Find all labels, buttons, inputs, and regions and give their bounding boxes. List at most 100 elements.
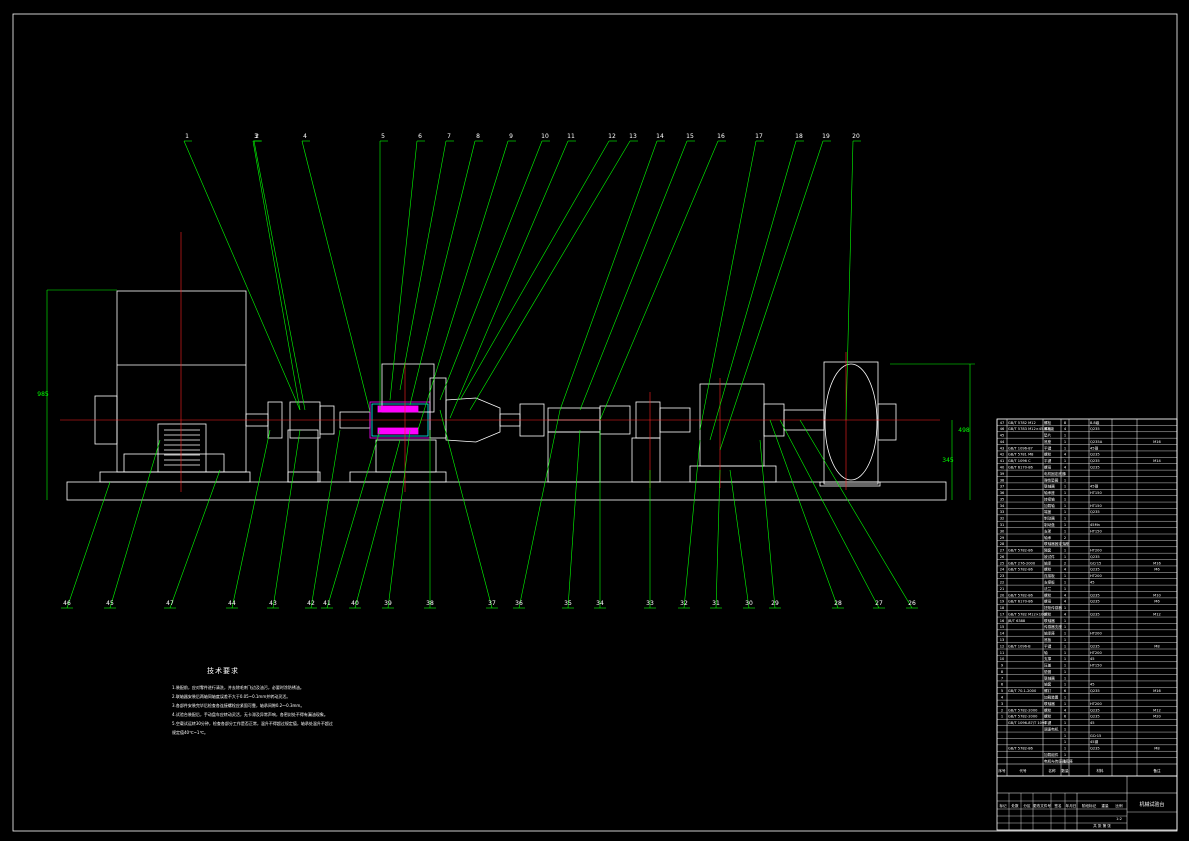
bom-cell-name: 电机与传感器底座 [1044,758,1073,763]
bom-cell-qty: 4 [1064,612,1067,616]
bom-cell-note: M8 [1154,644,1160,648]
bom-cell-material: GCr15 [1090,734,1101,738]
bom-cell-name: 支架 [1044,528,1052,533]
title-label: 重量 [1101,803,1109,808]
bom-cell-no: 18 [1000,606,1005,610]
bom-cell-note: M14 [1153,459,1161,463]
bom-cell-qty: 2 [1064,536,1066,540]
bom-cell-qty: 1 [1064,676,1066,680]
bottom-leader [169,469,221,609]
bom-cell-qty: 6 [1064,715,1067,719]
title-label: 比例 [1115,803,1123,808]
bom-cell-qty: 1 [1064,657,1066,661]
bom-cell-code: GB/T 1096 C [1008,459,1031,463]
bottom-balloon-label: 41 [323,600,331,607]
sensor-stand [547,431,601,483]
bom-cell-material: HT200 [1090,549,1102,553]
bom-cell-material: Q235 [1090,459,1100,463]
bom-cell-no: 39 [1000,472,1005,476]
flywheel-rim [824,363,878,481]
bom-cell-note: M20 [1153,715,1161,719]
bom-cell-qty: 1 [1064,747,1066,751]
bom-cell-no: 12 [1000,644,1005,648]
flywheel-hub [877,403,897,441]
top-balloon-label: 19 [822,133,830,140]
top-leader [845,140,854,421]
bom-cell-qty: 4 [1064,568,1067,572]
bom-cell-no: 7 [1001,676,1003,680]
bom-cell-code: GB/T 5782-86 [1008,549,1034,553]
bottom-leader [518,409,561,609]
bom-cell-qty: 1 [1064,664,1066,668]
bom-cell-no: 43 [1000,446,1005,450]
bom-cell-name: 联轴器 [1044,618,1055,623]
bottom-balloon-label: 35 [564,600,572,607]
bom-cell-qty: 1 [1064,523,1066,527]
bom-cell-code: GB/T 70.1-2000 [1008,689,1037,693]
technical-requirements-title: 技术要求 [207,667,239,675]
bom-cell-code: JB/T 6388 [1007,619,1026,623]
bom-cell-note: M16 [1153,440,1161,444]
bom-cell-name: 扭矩传感器 [1044,605,1062,610]
bom-cell-name: 螺栓 [1044,592,1052,597]
bom-cell-qty: 1 [1064,625,1066,629]
bom-cell-name: 螺栓 [1044,452,1052,457]
dim-right-1-text: 498 [958,427,970,434]
bom-header-cell: 序号 [998,768,1006,773]
top-balloon-label: 13 [629,133,637,140]
bom-cell-qty: 4 [1064,453,1067,457]
requirement-line: 4.试验台装配后，手动盘车应转动灵活，无卡滞及异常声响，各密封处不得有漏油现象。 [172,712,328,717]
top-leader [439,140,543,401]
bom-cell-name: 调速电机 [1044,726,1059,731]
bottom-leader [387,429,411,609]
bottom-balloon-label: 34 [596,600,604,607]
bottom-leader [799,419,913,609]
bom-cell-no: 14 [1000,632,1005,636]
magenta-bearing-b [377,427,419,435]
bom-cell-material: HT150 [1090,491,1102,495]
bom-cell-name: 螺栓 [1044,707,1052,712]
top-leader [449,140,569,419]
bom-cell-qty: 4 [1064,593,1067,597]
bom-cell-name: 垫圈 [1044,669,1052,674]
technical-requirements: 1.装配前，应对零件进行清洗，并去除毛刺飞边及油污，必要时涂防锈油。 2.联轴器… [172,683,372,737]
bottom-leader [109,439,161,609]
bom-cell-qty: 1 [1064,491,1066,495]
bom-cell-name: 轴承 [1044,560,1052,565]
bom-cell-name: 底座 [1044,439,1052,444]
top-balloon-label: 5 [381,133,385,140]
top-balloon-label: 12 [608,133,616,140]
bom-cell-qty: 1 [1064,555,1066,559]
bom-header-cell: 材料 [1096,768,1104,773]
magenta-bearing-a [377,405,419,413]
bom-cell-qty: 1 [1064,434,1066,438]
bom-cell-no: 35 [1000,497,1005,501]
bom-header-cell: 代号 [1019,768,1027,773]
bom-cell-qty: 1 [1064,446,1066,450]
bom-cell-qty: 1 [1064,734,1066,738]
top-leader [709,140,797,441]
bom-cell-code: GB/T 5782 M12×100 [1008,612,1046,616]
title-block: 机械试验台 标记 处数 分区 更改文件号 签名 年月日 阶段标记 重量 比例 1:2 共 张 第 张 [996,775,1178,831]
bom-cell-name: 垫片 [1044,433,1052,438]
brake-housing [699,383,765,467]
bill-of-materials: 47 GB/T 5782 M12 螺栓 8 8.8级46 GB/T 5783 M12×45… [996,418,1178,777]
top-balloon-label: 18 [795,133,803,140]
bom-cell-name: 轴承座 [1044,490,1055,495]
bottom-balloon-label: 27 [875,600,883,607]
bom-cell-no: 16 [1000,619,1005,623]
top-balloon-label: 6 [418,133,422,140]
top-balloon-label: 4 [303,133,307,140]
top-balloon-label: 7 [447,133,451,140]
title-label: 签名 [1054,803,1062,808]
bom-header-cell: 数量 [1061,768,1069,773]
bom-cell-no: 1 [1001,715,1003,719]
bottom-balloon-label: 32 [680,600,688,607]
bom-cell-no: 46 [1000,427,1005,431]
bom-cell-qty: 1 [1064,619,1066,623]
bom-cell-material: Q235 [1090,510,1100,514]
top-leader [389,140,418,401]
bom-cell-material: 45 [1090,683,1095,687]
bom-cell-material: 45钢 [1090,484,1099,489]
bottom-balloon-label: 36 [515,600,523,607]
